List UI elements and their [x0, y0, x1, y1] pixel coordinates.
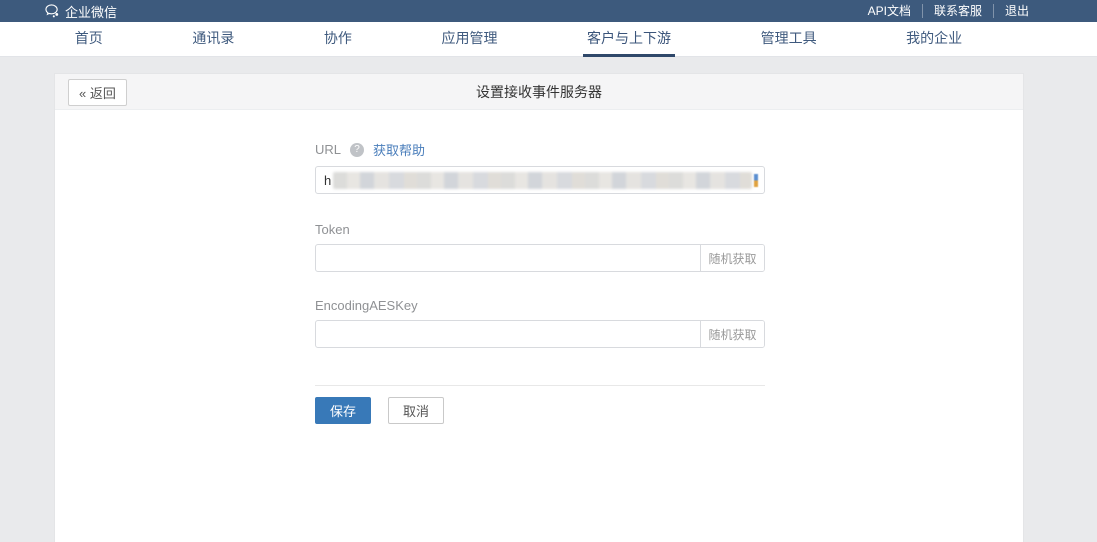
nav-item-customers-upstream-downstream[interactable]: 客户与上下游	[583, 22, 675, 57]
logout-link[interactable]: 退出	[993, 4, 1029, 18]
url-redacted-value	[333, 172, 752, 189]
url-redacted-tail	[754, 174, 758, 187]
page-title: 设置接收事件服务器	[476, 82, 602, 102]
aeskey-field-block: EncodingAESKey 随机获取	[315, 298, 765, 348]
url-field-block: URL ? 获取帮助 h	[315, 140, 765, 194]
panel-body: URL ? 获取帮助 h Token 随机获取	[55, 110, 1023, 424]
aeskey-random-generate-button[interactable]: 随机获取	[700, 321, 764, 347]
token-input[interactable]	[316, 245, 700, 271]
callback-server-form: URL ? 获取帮助 h Token 随机获取	[315, 140, 765, 424]
nav-item-home[interactable]: 首页	[71, 22, 107, 57]
question-circle-icon[interactable]: ?	[350, 143, 364, 157]
form-actions: 保存 取消	[315, 397, 765, 424]
cancel-button[interactable]: 取消	[388, 397, 444, 424]
back-button[interactable]: « 返回	[68, 79, 127, 106]
aeskey-input[interactable]	[316, 321, 700, 347]
nav-item-collaboration[interactable]: 协作	[320, 22, 356, 57]
form-divider	[315, 385, 765, 386]
url-label: URL	[315, 142, 341, 157]
wecom-logo-text: 企业微信	[65, 2, 117, 21]
token-random-generate-button[interactable]: 随机获取	[700, 245, 764, 271]
topbar: 企业微信 API文档 联系客服 退出	[0, 0, 1097, 22]
panel-header: « 返回 设置接收事件服务器	[55, 74, 1023, 110]
url-input[interactable]: h	[315, 166, 765, 194]
token-field-block: Token 随机获取	[315, 222, 765, 272]
api-docs-link[interactable]: API文档	[857, 4, 922, 18]
contact-support-link[interactable]: 联系客服	[922, 4, 993, 18]
get-help-link[interactable]: 获取帮助	[373, 140, 425, 159]
nav-item-my-company[interactable]: 我的企业	[902, 22, 966, 57]
wecom-chat-bubble-icon	[45, 4, 60, 18]
main-nav: 首页 通讯录 协作 应用管理 客户与上下游 管理工具 我的企业	[0, 22, 1097, 57]
nav-item-app-management[interactable]: 应用管理	[437, 22, 501, 57]
content-panel: « 返回 设置接收事件服务器 URL ? 获取帮助 h To	[55, 74, 1023, 542]
nav-item-contacts[interactable]: 通讯录	[188, 22, 238, 57]
wecom-logo[interactable]: 企业微信	[45, 2, 117, 21]
topbar-links: API文档 联系客服 退出	[857, 4, 1029, 18]
url-value-prefix: h	[324, 173, 331, 188]
token-label: Token	[315, 222, 350, 237]
save-button[interactable]: 保存	[315, 397, 371, 424]
nav-item-admin-tools[interactable]: 管理工具	[757, 22, 821, 57]
aeskey-label: EncodingAESKey	[315, 298, 418, 313]
